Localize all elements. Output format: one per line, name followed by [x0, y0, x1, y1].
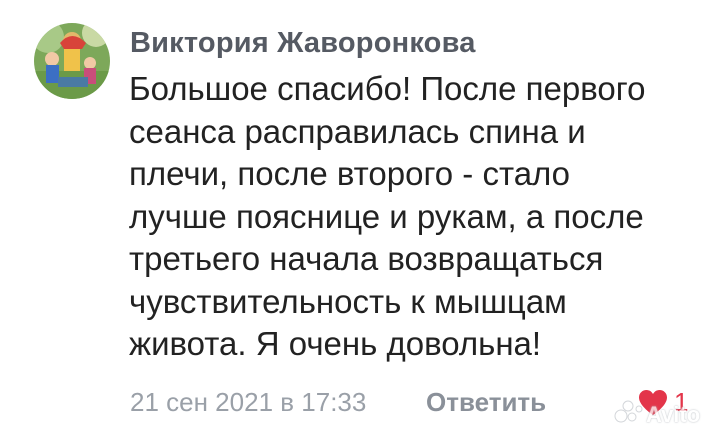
comment-card: Виктория Жаворонкова Большое спасибо! По…: [0, 0, 720, 442]
comment-text: Большое спасибо! После первого сеанса ра…: [129, 68, 709, 366]
avito-watermark-text: Avito: [646, 401, 701, 427]
comment-meta: 21 сен 2021 в 17:33 Ответить: [130, 382, 546, 422]
comment-text-line: живота. Я очень довольна!: [129, 325, 542, 362]
comment-timestamp: 21 сен 2021 в 17:33: [130, 387, 367, 417]
author-name[interactable]: Виктория Жаворонкова: [130, 27, 476, 60]
avito-watermark: Avito: [614, 400, 700, 429]
avito-logo-icon: [614, 400, 644, 429]
comment-text-line: лучше пояснице и рукам, а после: [129, 197, 644, 235]
avatar-photo: [34, 23, 110, 99]
reply-button[interactable]: Ответить: [426, 382, 546, 422]
comment-text-line: плечи, после второго - стало: [129, 155, 571, 192]
comment-text-line: сеанса расправилась спина и: [129, 112, 586, 150]
comment-text-line: чувствительность к мышцам: [129, 282, 567, 320]
comment-text-line: третьего начала возвращаться: [129, 240, 604, 277]
comment-text-line: Большое спасибо! После первого: [129, 70, 646, 107]
avatar[interactable]: [34, 23, 110, 99]
